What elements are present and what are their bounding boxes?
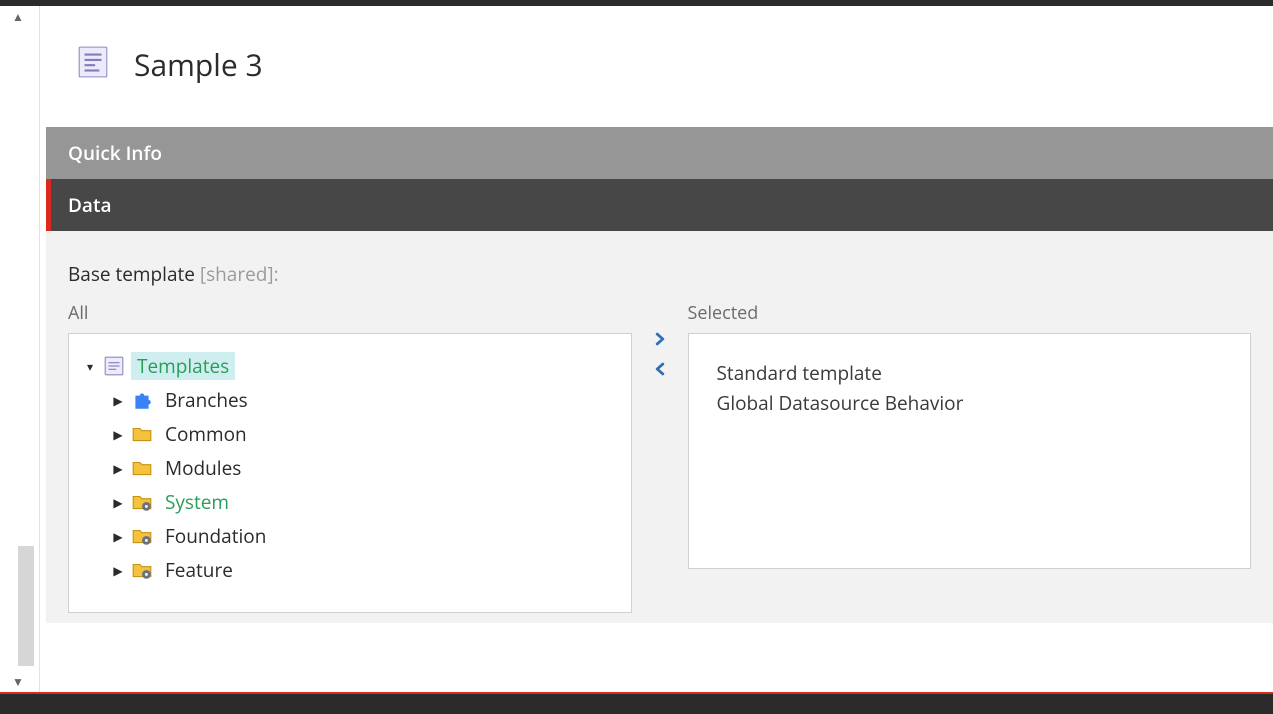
selected-listbox: Standard template Global Datasource Beha… bbox=[688, 333, 1252, 569]
item-header: Sample 3 bbox=[46, 6, 1273, 127]
tree-node-feature[interactable]: ▶ Feature bbox=[111, 556, 625, 584]
tree-node-system[interactable]: ▶ System bbox=[111, 488, 625, 516]
folder-gear-icon bbox=[131, 559, 153, 581]
collapse-icon[interactable]: ▾ bbox=[83, 358, 97, 375]
tree-node-label: Branches bbox=[159, 386, 254, 414]
tree-picker: All ▾ Templates bbox=[68, 301, 1251, 613]
expand-icon[interactable]: ▶ bbox=[111, 460, 125, 477]
field-label-text: Base template bbox=[68, 261, 195, 287]
tree-node-foundation[interactable]: ▶ Foundation bbox=[111, 522, 625, 550]
folder-icon bbox=[131, 457, 153, 479]
tree-node-common[interactable]: ▶ Common bbox=[111, 420, 625, 448]
templates-icon bbox=[103, 355, 125, 377]
all-listbox: ▾ Templates ▶ bbox=[68, 333, 632, 613]
folder-icon bbox=[131, 423, 153, 445]
footer-accent bbox=[0, 692, 1273, 694]
content-panel: Sample 3 Quick Info Data Base template [… bbox=[46, 6, 1273, 694]
puzzle-icon bbox=[131, 389, 153, 411]
tree-node-templates[interactable]: ▾ Templates bbox=[83, 352, 625, 380]
tree-node-label: Foundation bbox=[159, 522, 272, 550]
tree-node-modules[interactable]: ▶ Modules bbox=[111, 454, 625, 482]
all-column-label: All bbox=[68, 301, 632, 325]
tree-node-branches[interactable]: ▶ Branches bbox=[111, 386, 625, 414]
expand-icon[interactable]: ▶ bbox=[111, 494, 125, 511]
field-shared-suffix: [shared]: bbox=[195, 261, 279, 287]
expand-icon[interactable]: ▶ bbox=[111, 562, 125, 579]
move-left-button[interactable] bbox=[650, 359, 670, 379]
template-icon bbox=[76, 45, 110, 84]
section-quick-info-label: Quick Info bbox=[68, 140, 162, 166]
selected-scroll[interactable]: Standard template Global Datasource Beha… bbox=[689, 334, 1251, 568]
tree-node-label: Common bbox=[159, 420, 253, 448]
selected-item[interactable]: Global Datasource Behavior bbox=[717, 390, 1231, 416]
scroll-down-icon[interactable]: ▼ bbox=[12, 673, 24, 690]
mover-buttons bbox=[646, 301, 674, 379]
tree-node-label: Templates bbox=[131, 352, 235, 380]
expand-icon[interactable]: ▶ bbox=[111, 392, 125, 409]
expand-icon[interactable]: ▶ bbox=[111, 426, 125, 443]
tree-node-label: Modules bbox=[159, 454, 247, 482]
section-data-label: Data bbox=[68, 192, 111, 218]
tree-node-label: Feature bbox=[159, 556, 239, 584]
selected-column: Selected Standard template Global Dataso… bbox=[688, 301, 1252, 569]
footer-bar bbox=[0, 694, 1273, 714]
tree-node-label: System bbox=[159, 488, 235, 516]
page-title: Sample 3 bbox=[134, 44, 263, 85]
scroll-up-icon[interactable]: ▲ bbox=[12, 8, 24, 25]
move-right-button[interactable] bbox=[650, 329, 670, 349]
folder-gear-icon bbox=[131, 525, 153, 547]
all-column: All ▾ Templates bbox=[68, 301, 632, 613]
data-section-body: Base template [shared]: All ▾ bbox=[46, 231, 1273, 623]
splitter-handle[interactable] bbox=[18, 546, 34, 666]
field-label-base-template: Base template [shared]: bbox=[68, 261, 1251, 287]
folder-gear-icon bbox=[131, 491, 153, 513]
section-data[interactable]: Data bbox=[46, 179, 1273, 231]
selected-column-label: Selected bbox=[688, 301, 1252, 325]
selected-item[interactable]: Standard template bbox=[717, 360, 1231, 386]
section-quick-info[interactable]: Quick Info bbox=[46, 127, 1273, 179]
left-rail: ▲ ▼ bbox=[0, 6, 40, 694]
all-tree-scroll[interactable]: ▾ Templates ▶ bbox=[69, 334, 631, 612]
expand-icon[interactable]: ▶ bbox=[111, 528, 125, 545]
